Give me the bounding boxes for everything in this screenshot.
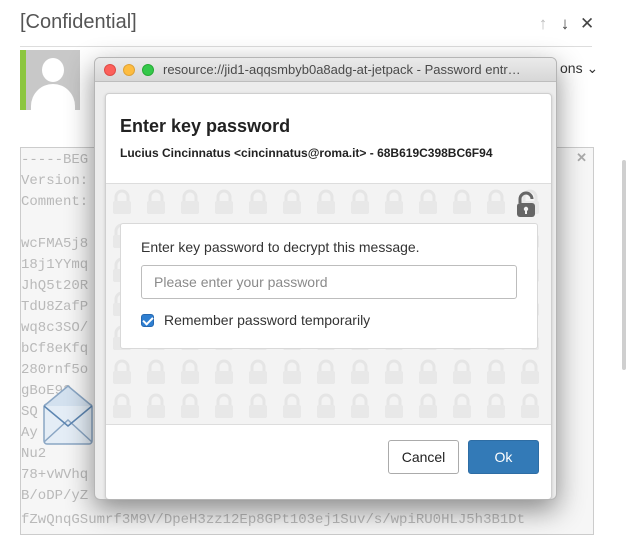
pgp-line: B/oDP/yZ [21,488,89,504]
window-zoom-button[interactable] [142,64,154,76]
pgp-line: SQ [21,404,38,420]
window-minimize-button[interactable] [123,64,135,76]
cancel-button[interactable]: Cancel [388,440,459,474]
pgp-line: fZwQnqGSumrf3M9V/DpeH3zz12Ep8GPt103ej1Su… [21,512,526,528]
pgp-line: TdU8ZafP [21,299,89,315]
close-icon[interactable]: ✕ [580,14,594,34]
remember-password-option[interactable]: Remember password temporarily [141,312,370,328]
sender-color-bar [20,50,80,110]
avatar [26,50,80,110]
pgp-line: JhQ5t20R [21,278,89,294]
pgp-line: Ay [21,425,38,441]
ok-button[interactable]: Ok [468,440,539,474]
divider [20,46,592,47]
next-arrow-icon[interactable]: ↓ [558,14,572,34]
password-input[interactable] [141,265,517,299]
pgp-line: -----BEG [21,152,89,168]
envelope-icon [38,380,98,450]
password-dialog-window: resource://jid1-aqqsmbyb0a8adg-at-jetpac… [94,57,557,500]
pgp-close-icon[interactable]: ✕ [576,150,587,166]
lock-pattern-background: Enter key password to decrypt this messa… [106,183,551,426]
window-title: resource://jid1-aqqsmbyb0a8adg-at-jetpac… [163,62,521,77]
scrollbar[interactable] [622,160,626,370]
pgp-line: Version: [21,173,89,189]
email-subject: [Confidential] [20,11,137,33]
key-user-info: Lucius Cincinnatus <cincinnatus@roma.it>… [120,146,493,160]
window-titlebar[interactable]: resource://jid1-aqqsmbyb0a8adg-at-jetpac… [95,58,556,82]
window-close-button[interactable] [104,64,116,76]
remember-password-label: Remember password temporarily [164,312,371,328]
dialog-heading: Enter key password [120,116,291,136]
pgp-line: Comment: [21,194,89,210]
pgp-line: bCf8eKfq [21,341,89,357]
pgp-line: wq8c3SO/ [21,320,89,336]
pgp-line: 280rnf5o [21,362,89,378]
remember-password-checkbox[interactable] [141,313,154,327]
decrypt-instruction: Enter key password to decrypt this messa… [141,239,420,255]
previous-arrow-icon[interactable]: ↑ [536,14,550,34]
password-card: Enter key password to decrypt this messa… [120,223,538,349]
pgp-line: wcFMA5j8 [21,236,89,252]
lock-icon [515,191,537,224]
dialog-panel: Enter key password Lucius Cincinnatus <c… [105,93,552,499]
pgp-line: 78+vWVhq [21,467,89,483]
options-link[interactable]: ons ⌄ [560,60,598,77]
email-actions: ↑ ↓ ✕ [536,14,595,34]
pgp-line: 18j1YYmq [21,257,89,273]
